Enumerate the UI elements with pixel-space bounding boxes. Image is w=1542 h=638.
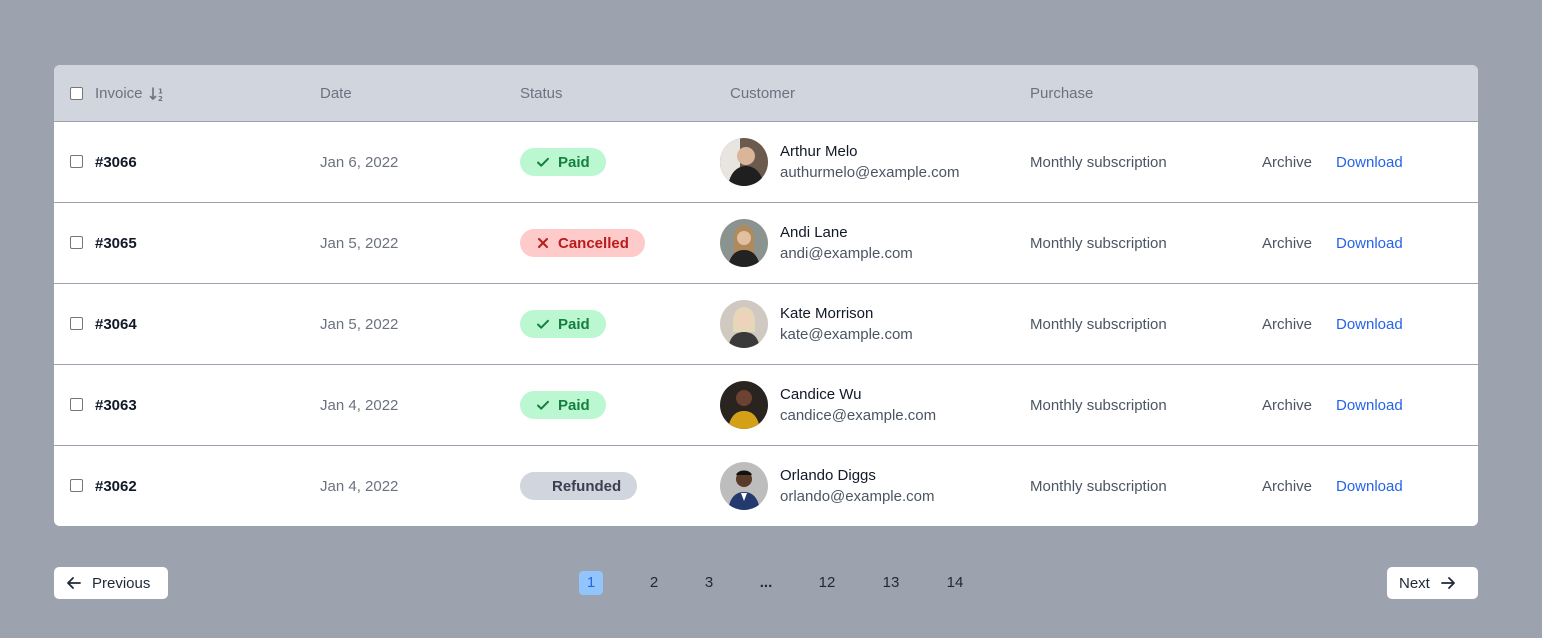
row-checkbox[interactable] bbox=[70, 317, 83, 330]
arrow-left-icon bbox=[67, 577, 81, 589]
download-button[interactable]: Download bbox=[1336, 365, 1403, 445]
header-customer: Customer bbox=[730, 85, 796, 102]
previous-button[interactable]: Previous bbox=[54, 567, 168, 599]
page-2[interactable]: 2 bbox=[642, 571, 666, 595]
page-14[interactable]: 14 bbox=[940, 571, 970, 595]
select-all-checkbox[interactable] bbox=[70, 87, 83, 100]
row-checkbox[interactable] bbox=[70, 398, 83, 411]
purchase: Monthly subscription bbox=[1030, 153, 1167, 171]
sort-numeric-icon[interactable]: 1 2 bbox=[149, 86, 165, 102]
status-label: Cancelled bbox=[558, 234, 629, 252]
customer-email: kate@example.com bbox=[780, 326, 913, 343]
previous-label: Previous bbox=[92, 574, 151, 592]
customer-email: candice@example.com bbox=[780, 407, 937, 424]
customer-name: Andi Lane bbox=[780, 224, 848, 241]
table-row: #3062 Jan 4, 2022 Refunded Orlando Diggs… bbox=[54, 446, 1478, 526]
next-label: Next bbox=[1399, 574, 1430, 592]
avatar bbox=[720, 462, 768, 510]
customer-cell: Orlando Diggs orlando@example.com bbox=[720, 446, 934, 526]
arrow-right-icon bbox=[1440, 577, 1455, 589]
invoice-date: Jan 5, 2022 bbox=[320, 234, 399, 252]
status-badge: Refunded bbox=[520, 472, 638, 500]
purchase: Monthly subscription bbox=[1030, 315, 1167, 333]
invoice-table: Invoice 1 2 Date Status Customer Purchas… bbox=[54, 65, 1478, 526]
customer-cell: Candice Wu candice@example.com bbox=[720, 365, 936, 445]
invoice-date: Jan 4, 2022 bbox=[320, 396, 399, 414]
status-label: Paid bbox=[558, 315, 590, 333]
check-icon bbox=[537, 157, 549, 167]
table-row: #3063 Jan 4, 2022 Paid Candice Wu candic… bbox=[54, 365, 1478, 446]
customer-name: Candice Wu bbox=[780, 386, 862, 403]
status-badge: Cancelled bbox=[520, 229, 645, 257]
purchase: Monthly subscription bbox=[1030, 477, 1167, 495]
check-icon bbox=[537, 319, 549, 329]
invoice-date: Jan 6, 2022 bbox=[320, 153, 399, 171]
download-button[interactable]: Download bbox=[1336, 203, 1403, 283]
status-cell: Paid bbox=[520, 365, 606, 445]
archive-button[interactable]: Archive bbox=[1262, 203, 1312, 283]
check-icon bbox=[537, 400, 549, 410]
download-button[interactable]: Download bbox=[1336, 446, 1403, 526]
table-header: Invoice 1 2 Date Status Customer Purchas… bbox=[54, 65, 1478, 122]
status-label: Paid bbox=[558, 396, 590, 414]
invoice-number: #3065 bbox=[95, 234, 137, 252]
customer-name: Orlando Diggs bbox=[780, 467, 876, 484]
customer-name: Arthur Melo bbox=[780, 143, 858, 160]
purchase: Monthly subscription bbox=[1030, 396, 1167, 414]
x-icon bbox=[538, 238, 548, 248]
page-12[interactable]: 12 bbox=[812, 571, 842, 595]
page-13[interactable]: 13 bbox=[876, 571, 906, 595]
archive-button[interactable]: Archive bbox=[1262, 446, 1312, 526]
page-ellipsis: ... bbox=[759, 574, 773, 591]
status-cell: Paid bbox=[520, 284, 606, 364]
customer-email: orlando@example.com bbox=[780, 488, 935, 505]
status-badge: Paid bbox=[520, 391, 606, 419]
page-1[interactable]: 1 bbox=[579, 571, 603, 595]
customer-cell: Andi Lane andi@example.com bbox=[720, 203, 913, 283]
header-status: Status bbox=[520, 85, 563, 102]
status-label: Paid bbox=[558, 153, 590, 171]
invoice-date: Jan 4, 2022 bbox=[320, 477, 399, 495]
row-checkbox[interactable] bbox=[70, 155, 83, 168]
header-date: Date bbox=[320, 85, 352, 102]
header-invoice[interactable]: Invoice 1 2 bbox=[95, 65, 165, 122]
status-cell: Paid bbox=[520, 122, 606, 202]
purchase: Monthly subscription bbox=[1030, 234, 1167, 252]
table-row: #3064 Jan 5, 2022 Paid Kate Morrison kat… bbox=[54, 284, 1478, 365]
customer-cell: Arthur Melo authurmelo@example.com bbox=[720, 122, 959, 202]
status-label: Refunded bbox=[552, 477, 622, 495]
invoice-number: #3063 bbox=[95, 396, 137, 414]
avatar bbox=[720, 300, 768, 348]
invoice-date: Jan 5, 2022 bbox=[320, 315, 399, 333]
archive-button[interactable]: Archive bbox=[1262, 284, 1312, 364]
archive-button[interactable]: Archive bbox=[1262, 365, 1312, 445]
avatar bbox=[720, 219, 768, 267]
status-badge: Paid bbox=[520, 148, 606, 176]
status-cell: Refunded bbox=[520, 446, 638, 526]
status-badge: Paid bbox=[520, 310, 606, 338]
archive-button[interactable]: Archive bbox=[1262, 122, 1312, 202]
table-row: #3066 Jan 6, 2022 Paid Arthur Melo authu… bbox=[54, 122, 1478, 203]
invoice-number: #3064 bbox=[95, 315, 137, 333]
table-row: #3065 Jan 5, 2022 Cancelled Andi Lane an… bbox=[54, 203, 1478, 284]
customer-email: authurmelo@example.com bbox=[780, 164, 960, 181]
avatar bbox=[720, 138, 768, 186]
row-checkbox[interactable] bbox=[70, 236, 83, 249]
header-invoice-label: Invoice bbox=[95, 85, 143, 102]
download-button[interactable]: Download bbox=[1336, 284, 1403, 364]
status-cell: Cancelled bbox=[520, 203, 645, 283]
header-purchase: Purchase bbox=[1030, 85, 1094, 102]
download-button[interactable]: Download bbox=[1336, 122, 1403, 202]
customer-name: Kate Morrison bbox=[780, 305, 874, 322]
customer-cell: Kate Morrison kate@example.com bbox=[720, 284, 913, 364]
invoice-number: #3062 bbox=[95, 477, 137, 495]
invoice-number: #3066 bbox=[95, 153, 137, 171]
row-checkbox[interactable] bbox=[70, 479, 83, 492]
page-3[interactable]: 3 bbox=[697, 571, 721, 595]
next-button[interactable]: Next bbox=[1387, 567, 1478, 599]
avatar bbox=[720, 381, 768, 429]
customer-email: andi@example.com bbox=[780, 245, 913, 262]
svg-text:2: 2 bbox=[158, 95, 163, 102]
